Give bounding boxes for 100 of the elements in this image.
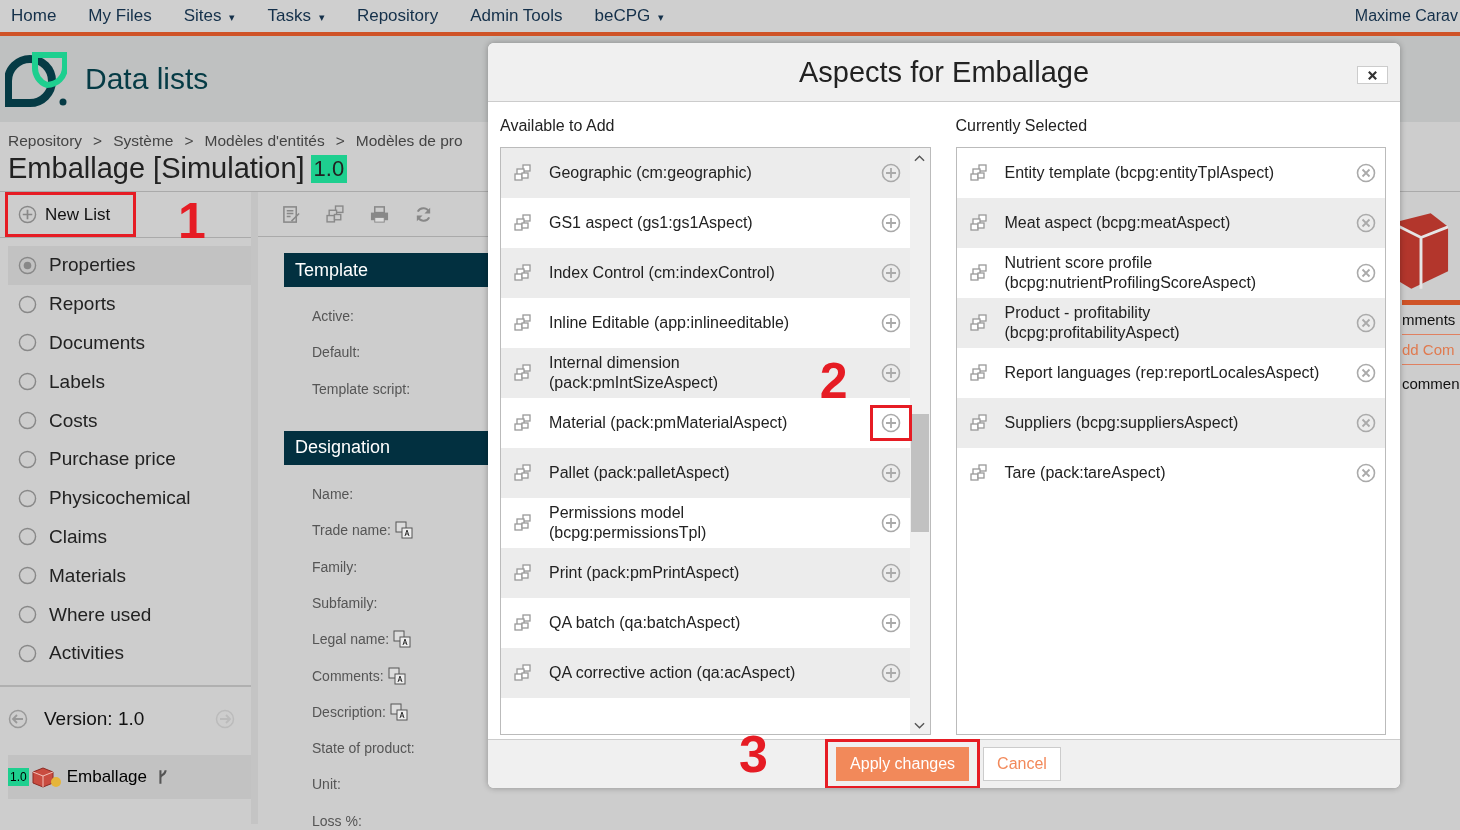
print-icon[interactable] bbox=[370, 204, 389, 224]
aspect-row[interactable]: Product - profitability (bcpg:profitabilityAspect) bbox=[956, 298, 1385, 348]
nav-link[interactable]: Repository bbox=[356, 6, 439, 26]
aspect-icon bbox=[969, 414, 988, 432]
remove-icon bbox=[1356, 263, 1376, 283]
comments-text: commen bbox=[1402, 375, 1460, 392]
aspect-row[interactable]: Pallet (pack:palletAspect) bbox=[501, 448, 910, 498]
aspect-row[interactable]: Internal dimension (pack:pmIntSizeAspect) 2 bbox=[501, 348, 910, 398]
datalist-item[interactable]: Activities bbox=[8, 633, 251, 673]
translate-icon[interactable] bbox=[389, 702, 408, 721]
branch-icon[interactable] bbox=[157, 768, 169, 786]
breadcrumb-link[interactable]: Système bbox=[113, 132, 174, 150]
datalist-item[interactable]: Labels bbox=[8, 362, 251, 402]
aspect-row[interactable]: Suppliers (bcpg:suppliersAspect) bbox=[956, 398, 1385, 448]
add-button[interactable] bbox=[869, 405, 912, 441]
add-icon bbox=[880, 463, 901, 483]
aspect-row[interactable]: Print (pack:pmPrintAspect) bbox=[501, 548, 910, 598]
radio-icon bbox=[18, 255, 37, 275]
translate-icon[interactable] bbox=[393, 630, 412, 649]
previous-version-icon[interactable] bbox=[8, 709, 28, 729]
datalist-item[interactable]: Materials bbox=[8, 556, 251, 596]
datalist-item[interactable]: Claims bbox=[8, 517, 251, 557]
aspect-icon bbox=[514, 564, 532, 582]
breadcrumb-link[interactable]: Modèles de pro bbox=[355, 132, 463, 150]
aspect-row[interactable]: QA corrective action (qa:acAspect) bbox=[501, 648, 910, 698]
aspect-name: Report languages (rep:reportLocalesAspect) bbox=[1004, 363, 1321, 383]
scroll-down-icon[interactable] bbox=[914, 722, 925, 730]
aspect-name: Internal dimension (pack:pmIntSizeAspect) bbox=[549, 353, 719, 393]
aspect-icon bbox=[514, 514, 532, 532]
entity-name[interactable]: Emballage bbox=[66, 767, 147, 787]
aspect-name: Index Control (cm:indexControl) bbox=[549, 263, 776, 283]
aspect-row[interactable]: Index Control (cm:indexControl) bbox=[501, 248, 910, 298]
datalist-item[interactable]: Properties bbox=[8, 246, 251, 285]
aspect-name: Print (pack:pmPrintAspect) bbox=[549, 563, 741, 583]
aspect-name: Meat aspect (bcpg:meatAspect) bbox=[1004, 213, 1232, 233]
nav-link[interactable]: beCPG ▾ bbox=[594, 6, 665, 26]
add-icon bbox=[880, 363, 901, 383]
radio-icon bbox=[18, 643, 37, 663]
remove-icon bbox=[1356, 413, 1376, 433]
nav-link[interactable]: Home bbox=[11, 6, 57, 26]
scroll-up-icon[interactable] bbox=[914, 154, 925, 162]
aspect-icon bbox=[514, 614, 532, 632]
nav-link[interactable]: Tasks ▾ bbox=[267, 6, 325, 26]
aspects-icon[interactable] bbox=[326, 204, 345, 224]
aspect-icon bbox=[514, 414, 532, 432]
logo-icon bbox=[5, 51, 67, 107]
radio-icon bbox=[18, 449, 37, 469]
aspect-name: Permissions model (bcpg:permissionsTpl) bbox=[549, 503, 708, 543]
field-label: Family: bbox=[312, 558, 358, 575]
refresh-icon[interactable] bbox=[414, 204, 433, 224]
nav-link[interactable]: Admin Tools bbox=[470, 6, 563, 26]
version-badge: 1.0 bbox=[310, 154, 348, 183]
aspect-icon bbox=[969, 464, 988, 482]
field-label: Name: bbox=[312, 486, 354, 503]
radio-icon bbox=[18, 372, 37, 392]
comments-heading: mments bbox=[1402, 311, 1456, 328]
datalist-item[interactable]: Purchase price bbox=[8, 440, 251, 479]
field-label: Subfamily: bbox=[312, 594, 378, 611]
datalist-item[interactable]: Physicochemical bbox=[8, 478, 251, 518]
column-title: Available to Add bbox=[500, 116, 616, 136]
aspect-name: Tare (pack:tareAspect) bbox=[1004, 463, 1167, 483]
new-list-button[interactable]: New List bbox=[5, 192, 136, 237]
nav-link[interactable]: My Files bbox=[88, 6, 152, 26]
datalist-item[interactable]: Costs bbox=[8, 401, 251, 440]
remove-icon bbox=[1356, 463, 1376, 483]
field-label: Template script: bbox=[312, 380, 411, 397]
user-menu[interactable]: Maxime Carav bbox=[1354, 7, 1458, 25]
translate-icon[interactable] bbox=[394, 521, 413, 540]
aspect-row[interactable]: Meat aspect (bcpg:meatAspect) bbox=[956, 198, 1385, 248]
radio-icon bbox=[18, 294, 37, 314]
edit-icon[interactable] bbox=[282, 204, 301, 224]
scrollbar[interactable] bbox=[909, 148, 930, 734]
remove-icon bbox=[1356, 163, 1376, 183]
breadcrumb-link[interactable]: Repository bbox=[8, 132, 83, 150]
version-label: Version: 1.0 bbox=[44, 708, 146, 730]
close-button[interactable] bbox=[1357, 66, 1388, 84]
datalist-item[interactable]: Where used bbox=[8, 595, 251, 634]
field-label: State of product: bbox=[312, 740, 415, 757]
aspect-name: Product - profitability (bcpg:profitabilityAspect) bbox=[1004, 303, 1181, 343]
field-label: Unit: bbox=[312, 776, 341, 793]
add-icon bbox=[880, 163, 901, 183]
datalist-item[interactable]: Reports bbox=[8, 284, 251, 324]
aspect-icon bbox=[969, 314, 988, 332]
dialog-title: Aspects for Emballage bbox=[798, 55, 1090, 89]
add-icon bbox=[880, 563, 901, 583]
add-icon bbox=[880, 263, 901, 283]
aspect-icon bbox=[514, 464, 532, 482]
aspect-name: QA corrective action (qa:acAspect) bbox=[549, 663, 797, 683]
aspect-name: Suppliers (bcpg:suppliersAspect) bbox=[1004, 413, 1240, 433]
breadcrumb-link[interactable]: Modèles d'entités bbox=[204, 132, 325, 150]
translate-icon[interactable] bbox=[387, 666, 406, 685]
scrollbar-thumb[interactable] bbox=[910, 414, 929, 532]
field-label: Loss %: bbox=[312, 812, 362, 829]
add-icon bbox=[880, 513, 901, 533]
aspect-row[interactable]: Geographic (cm:geographic) bbox=[501, 148, 910, 198]
column-title: Currently Selected bbox=[955, 116, 1089, 136]
aspect-icon bbox=[514, 314, 532, 332]
datalist-item[interactable]: Documents bbox=[8, 323, 251, 363]
nav-link[interactable]: Sites ▾ bbox=[183, 6, 236, 26]
add-icon bbox=[880, 213, 901, 233]
